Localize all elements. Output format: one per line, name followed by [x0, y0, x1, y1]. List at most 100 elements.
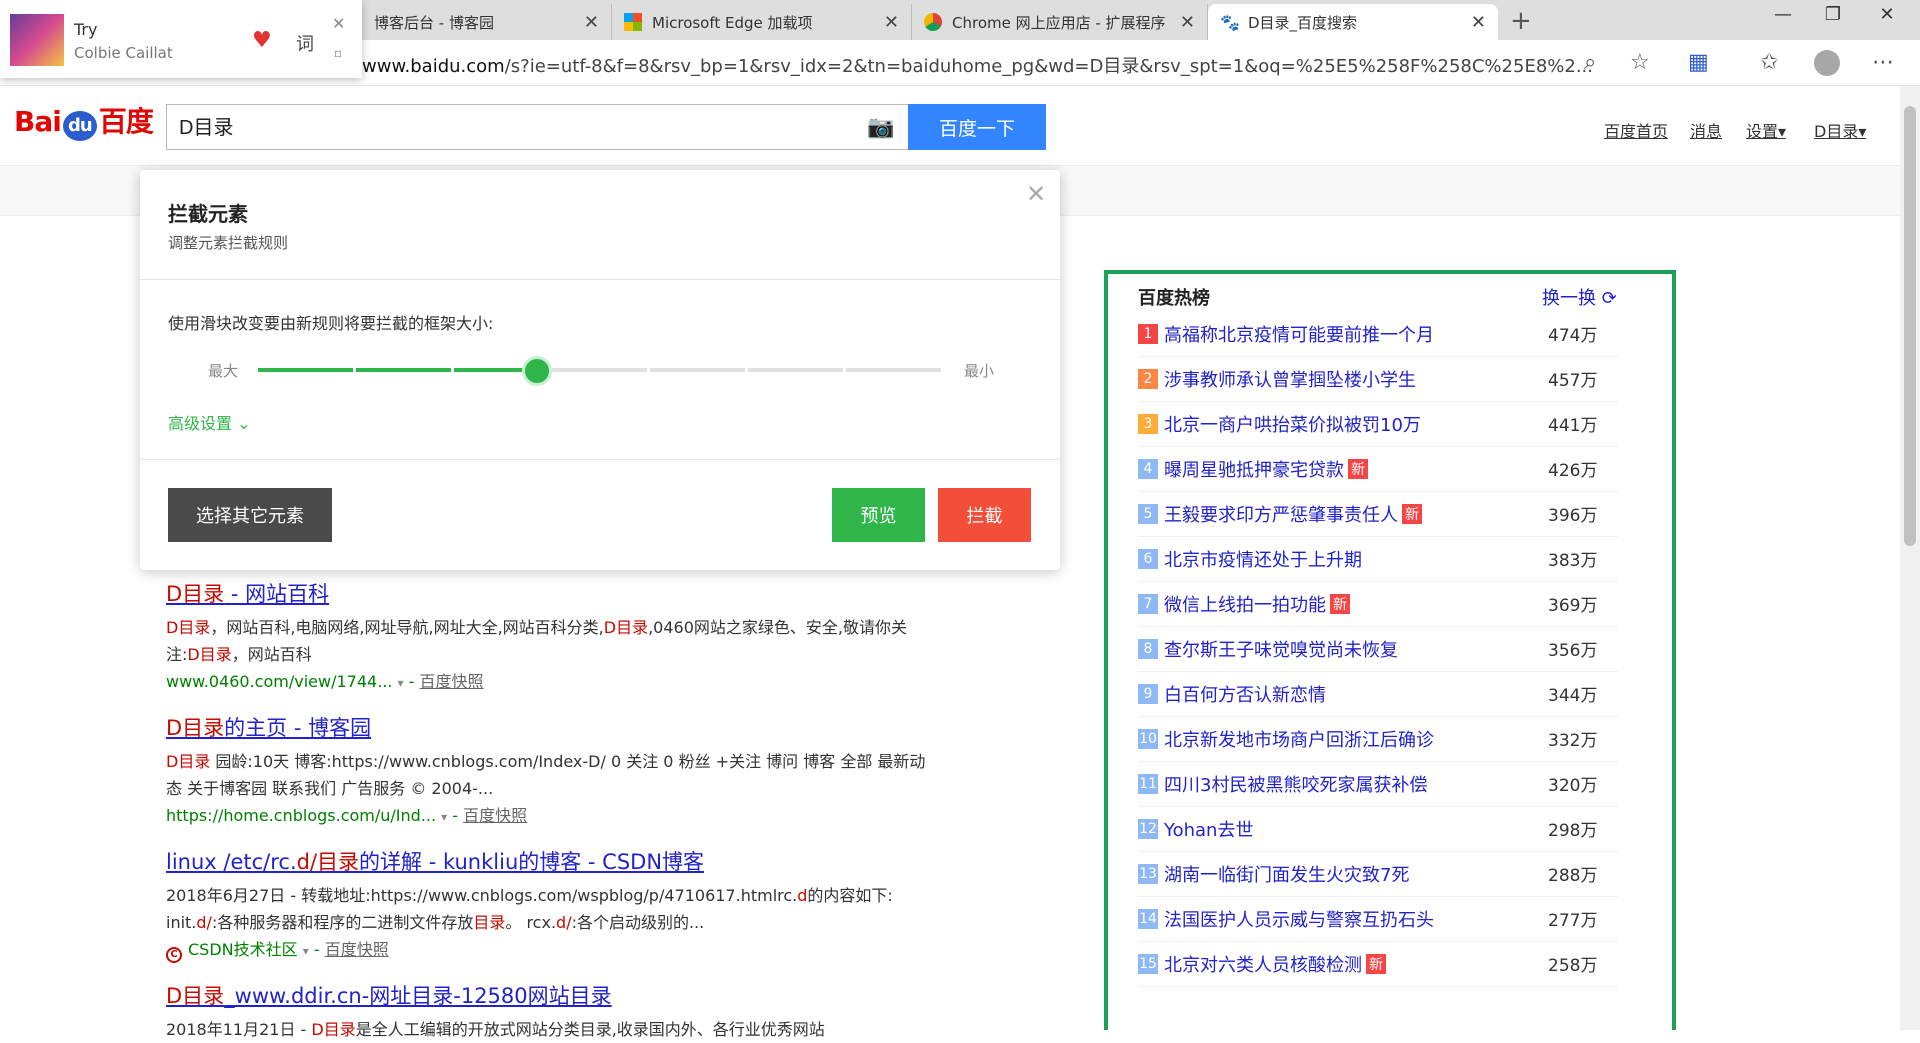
slider-segment[interactable]	[748, 368, 843, 372]
slider-segment[interactable]	[650, 368, 745, 372]
extensions-icon[interactable]: ▦	[1688, 50, 1709, 75]
snapshot-link[interactable]: 百度快照	[420, 672, 484, 691]
slider-min-label: 最小	[964, 362, 995, 380]
tab-baidu-search[interactable]: 🐾 D目录_百度搜索 ✕	[1208, 4, 1498, 40]
refresh-button[interactable]: 换一换 ⟳	[1542, 284, 1617, 310]
frame-size-slider[interactable]	[258, 368, 942, 372]
keyword-highlight: D目录	[166, 752, 211, 771]
hot-list-item[interactable]: 8 查尔斯王子味觉嗅觉尚未恢复 356万	[1138, 627, 1618, 672]
hot-list-item[interactable]: 5 王毅要求印方严惩肇事责任人新 396万	[1138, 492, 1618, 537]
slider-segment[interactable]	[258, 368, 353, 372]
favorites-list-icon[interactable]: ✩	[1760, 50, 1778, 75]
hot-list-item[interactable]: 2 涉事教师承认曾掌掴坠楼小学生 457万	[1138, 357, 1618, 402]
hot-item-title[interactable]: Yohan去世	[1164, 816, 1253, 842]
hot-list-item[interactable]: 15 北京对六类人员核酸检测新 258万	[1138, 942, 1618, 987]
hot-list-item[interactable]: 6 北京市疫情还处于上升期 383万	[1138, 537, 1618, 582]
nav-user-link[interactable]: D目录▾	[1814, 118, 1866, 142]
hot-item-title[interactable]: 法国医护人员示威与警察互扔石头	[1164, 906, 1434, 932]
new-tab-button[interactable]: +	[1510, 6, 1532, 36]
hot-count: 288万	[1548, 866, 1598, 886]
zoom-icon[interactable]: ⌕	[1584, 50, 1596, 75]
close-icon[interactable]: ✕	[1471, 12, 1486, 33]
camera-icon[interactable]: 📷	[867, 115, 894, 140]
description-text: 园龄:10天 博客:https://www.cnblogs.com/Index-…	[166, 752, 926, 798]
favorite-star-icon[interactable]: ☆	[1630, 50, 1650, 75]
tab-cnblogs-admin[interactable]: 博客后台 - 博客园 ✕	[362, 4, 612, 40]
page-scrollbar[interactable]	[1900, 86, 1920, 1030]
hot-list-item[interactable]: 7 微信上线拍一拍功能新 369万	[1138, 582, 1618, 627]
hot-list-item[interactable]: 10 北京新发地市场商户回浙江后确诊 332万	[1138, 717, 1618, 762]
preview-button[interactable]: 预览	[832, 488, 925, 542]
hot-list-item[interactable]: 4 曝周星驰抵押豪宅贷款新 426万	[1138, 447, 1618, 492]
restore-icon[interactable]: ▫	[334, 46, 342, 60]
hot-list-item[interactable]: 9 白百何方否认新恋情 344万	[1138, 672, 1618, 717]
slider-segment[interactable]	[356, 368, 451, 372]
tab-chrome-webstore[interactable]: Chrome 网上应用店 - 扩展程序 ✕	[912, 4, 1208, 40]
advanced-settings-link[interactable]: 高级设置 ⌄	[168, 410, 251, 434]
tab-label: Chrome 网上应用店 - 扩展程序	[952, 13, 1166, 32]
hot-item-title[interactable]: 查尔斯王子味觉嗅觉尚未恢复	[1164, 636, 1398, 662]
result-title-link[interactable]: D目录_www.ddir.cn-网址目录-12580网站目录	[166, 980, 926, 1010]
more-menu-icon[interactable]: ⋯	[1872, 50, 1894, 75]
hot-item-title[interactable]: 北京对六类人员核酸检测新	[1164, 951, 1386, 977]
nav-messages-link[interactable]: 消息	[1690, 118, 1722, 142]
result-title-link[interactable]: D目录 - 网站百科	[166, 578, 926, 608]
hot-item-title[interactable]: 高福称北京疫情可能要前推一个月	[1164, 321, 1434, 347]
nav-settings-link[interactable]: 设置▾	[1746, 118, 1786, 142]
close-icon[interactable]: ✕	[1180, 12, 1195, 33]
hot-list-item[interactable]: 1 高福称北京疫情可能要前推一个月 474万	[1138, 312, 1618, 357]
hot-item-title[interactable]: 北京新发地市场商户回浙江后确诊	[1164, 726, 1434, 752]
hot-list-item[interactable]: 13 湖南一临街门面发生火灾致7死 288万	[1138, 852, 1618, 897]
chevron-down-icon[interactable]: ▾	[398, 676, 404, 690]
result-title-link[interactable]: D目录的主页 - 博客园	[166, 712, 926, 742]
close-icon[interactable]: ✕	[584, 12, 599, 33]
lyrics-button[interactable]: 词	[296, 30, 314, 56]
hot-item-title[interactable]: 曝周星驰抵押豪宅贷款新	[1164, 456, 1368, 482]
hot-item-title[interactable]: 湖南一临街门面发生火灾致7死	[1164, 861, 1409, 887]
minimize-icon[interactable]: —	[1760, 4, 1806, 25]
rank-badge: 4	[1138, 459, 1158, 479]
hot-item-text: 湖南一临街门面发生火灾致7死	[1164, 865, 1410, 886]
url-field[interactable]: www.baidu.com/s?ie=utf-8&f=8&rsv_bp=1&rs…	[362, 52, 1593, 78]
result-url: C CSDN技术社区 ▾ - 百度快照	[166, 936, 926, 965]
window-close-icon[interactable]: ✕	[1864, 4, 1910, 25]
search-input[interactable]	[179, 114, 839, 137]
hot-list-item[interactable]: 3 北京一商户哄抬菜价拟被罚10万 441万	[1138, 402, 1618, 447]
maximize-icon[interactable]: ❐	[1810, 4, 1856, 25]
slider-segment[interactable]	[552, 368, 647, 372]
hot-item-title[interactable]: 王毅要求印方严惩肇事责任人新	[1164, 501, 1422, 527]
hot-item-title[interactable]: 白百何方否认新恋情	[1164, 681, 1326, 707]
close-icon[interactable]: ✕	[884, 12, 899, 33]
scrollbar-thumb[interactable]	[1904, 106, 1916, 546]
slider-handle[interactable]	[522, 356, 553, 386]
rank-badge: 9	[1138, 684, 1158, 704]
slider-segment[interactable]	[846, 368, 941, 372]
hot-item-title[interactable]: 微信上线拍一拍功能新	[1164, 591, 1350, 617]
hot-item-title[interactable]: 四川3村民被黑熊咬死家属获补偿	[1164, 771, 1427, 797]
select-other-element-button[interactable]: 选择其它元素	[168, 488, 332, 542]
snapshot-link[interactable]: 百度快照	[325, 940, 389, 959]
hot-list-item[interactable]: 11 四川3村民被黑熊咬死家属获补偿 320万	[1138, 762, 1618, 807]
close-icon[interactable]: ✕	[1026, 180, 1046, 208]
hot-list-item[interactable]: 12 Yohan去世 298万	[1138, 807, 1618, 852]
hot-item-title[interactable]: 涉事教师承认曾掌掴坠楼小学生	[1164, 366, 1416, 392]
chevron-down-icon[interactable]: ▾	[303, 944, 309, 958]
result-title-link[interactable]: linux /etc/rc.d/目录的详解 - kunkliu的博客 - CSD…	[166, 846, 926, 876]
search-button[interactable]: 百度一下	[908, 104, 1046, 150]
block-button[interactable]: 拦截	[938, 488, 1031, 542]
nav-home-link[interactable]: 百度首页	[1604, 118, 1668, 142]
baidu-logo[interactable]: Bai du 百度	[14, 100, 154, 141]
profile-avatar-icon[interactable]	[1814, 50, 1840, 76]
hot-count: 277万	[1548, 911, 1598, 931]
hot-item-title[interactable]: 北京市疫情还处于上升期	[1164, 546, 1362, 572]
close-icon[interactable]: ✕	[332, 14, 345, 33]
rank-badge: 12	[1138, 819, 1158, 839]
hot-list-item[interactable]: 14 法国医护人员示威与警察互扔石头 277万	[1138, 897, 1618, 942]
snapshot-link[interactable]: 百度快照	[463, 806, 527, 825]
chevron-down-icon[interactable]: ▾	[441, 810, 447, 824]
tab-edge-addons[interactable]: Microsoft Edge 加载项 ✕	[612, 4, 912, 40]
baidu-header: Baidu百度 📷 百度一下 百度首页 消息 设置▾ D目录▾	[0, 86, 1900, 166]
hot-item-title[interactable]: 北京一商户哄抬菜价拟被罚10万	[1164, 411, 1421, 437]
heart-icon[interactable]: ♥	[252, 28, 272, 53]
url-host: www.baidu.com	[362, 56, 505, 77]
